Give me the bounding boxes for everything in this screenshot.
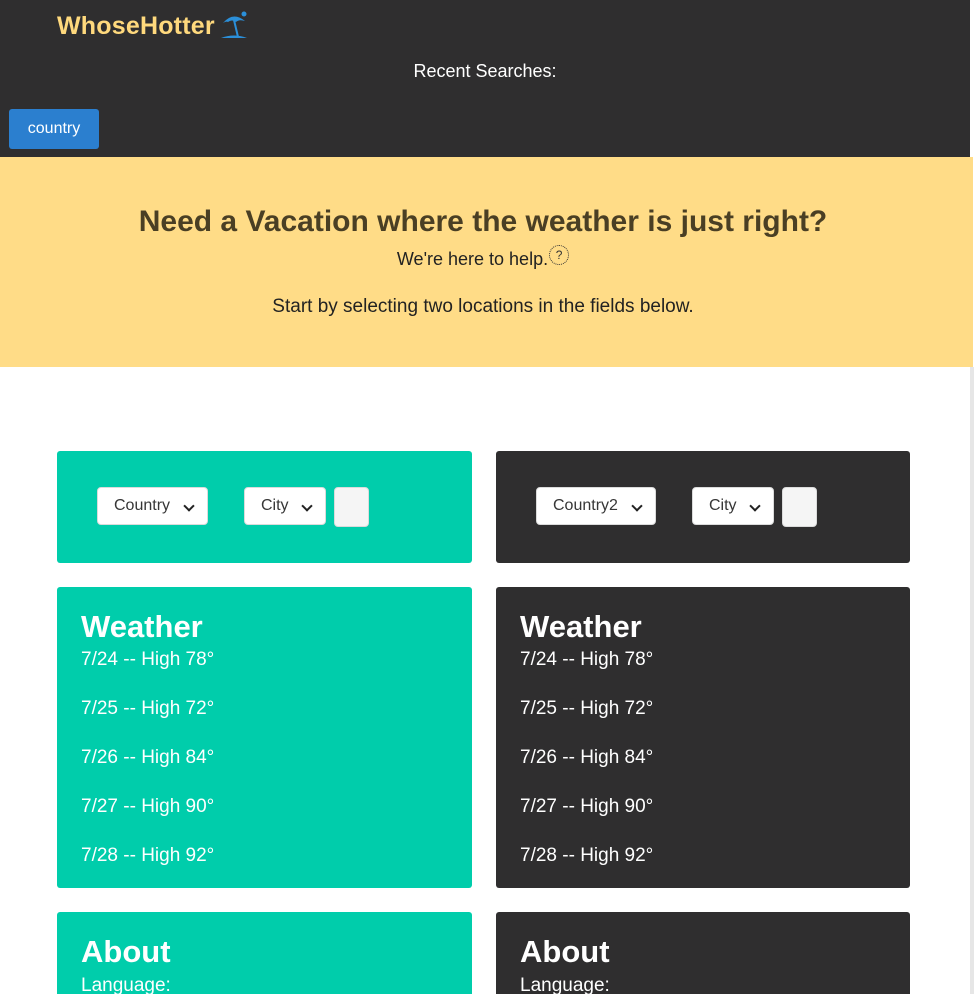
navbar: WhoseHotter Recent Searches: country (0, 0, 970, 157)
chevron-down-icon (183, 500, 195, 512)
right-forecast-day: 7/26 -- High 84° (520, 747, 654, 768)
logo[interactable]: WhoseHotter (57, 10, 249, 42)
hero-instructions: Start by selecting two locations in the … (272, 296, 694, 317)
help-icon[interactable]: ? (549, 245, 570, 265)
left-forecast-day: 7/24 -- High 78° (81, 649, 215, 670)
hero-banner: Need a Vacation where the weather is jus… (0, 157, 973, 367)
left-forecast-day: 7/26 -- High 84° (81, 747, 215, 768)
right-forecast-day: 7/25 -- High 72° (520, 698, 654, 719)
hero-subtitle: We're here to help.? (0, 245, 966, 270)
right-about-card: About Language: (496, 912, 910, 996)
scrollbar[interactable] (970, 367, 974, 994)
right-forecast-day: 7/27 -- High 90° (520, 796, 654, 817)
right-about-title: About (520, 934, 610, 969)
left-location-card: Country City (57, 451, 472, 563)
beach-umbrella-icon (220, 11, 247, 38)
left-country-select[interactable]: Country (97, 487, 208, 525)
left-country-select-value: Country (114, 497, 171, 514)
chevron-down-icon (301, 500, 313, 512)
hero-subtitle-text: We're here to help. (396, 249, 549, 269)
left-forecast-day: 7/28 -- High 92° (81, 845, 215, 866)
left-weather-title: Weather (81, 609, 203, 644)
chevron-down-icon (749, 500, 761, 512)
left-city-select-value: City (261, 497, 289, 514)
right-city-select-value: City (709, 497, 737, 514)
recent-search-button[interactable]: country (9, 109, 99, 149)
left-forecast-day: 7/27 -- High 90° (81, 796, 215, 817)
left-city-select[interactable]: City (244, 487, 326, 525)
right-submit-button[interactable] (782, 487, 817, 527)
right-country-select-value: Country2 (553, 497, 618, 514)
right-city-select[interactable]: City (692, 487, 774, 525)
chevron-down-icon (631, 500, 643, 512)
left-about-title: About (81, 934, 171, 969)
left-weather-card: Weather 7/24 -- High 78° 7/25 -- High 72… (57, 587, 472, 888)
left-about-card: About Language: (57, 912, 472, 996)
right-location-card: Country2 City (496, 451, 910, 563)
hero-title: Need a Vacation where the weather is jus… (138, 205, 828, 238)
logo-text: WhoseHotter (57, 11, 215, 40)
left-submit-button[interactable] (334, 487, 369, 527)
left-forecast-day: 7/25 -- High 72° (81, 698, 215, 719)
right-weather-card: Weather 7/24 -- High 78° 7/25 -- High 72… (496, 587, 910, 888)
right-forecast-day: 7/24 -- High 78° (520, 649, 654, 670)
right-forecast-day: 7/28 -- High 92° (520, 845, 654, 866)
recent-searches-title: Recent Searches: (413, 61, 557, 81)
right-weather-title: Weather (520, 609, 642, 644)
right-country-select[interactable]: Country2 (536, 487, 656, 525)
